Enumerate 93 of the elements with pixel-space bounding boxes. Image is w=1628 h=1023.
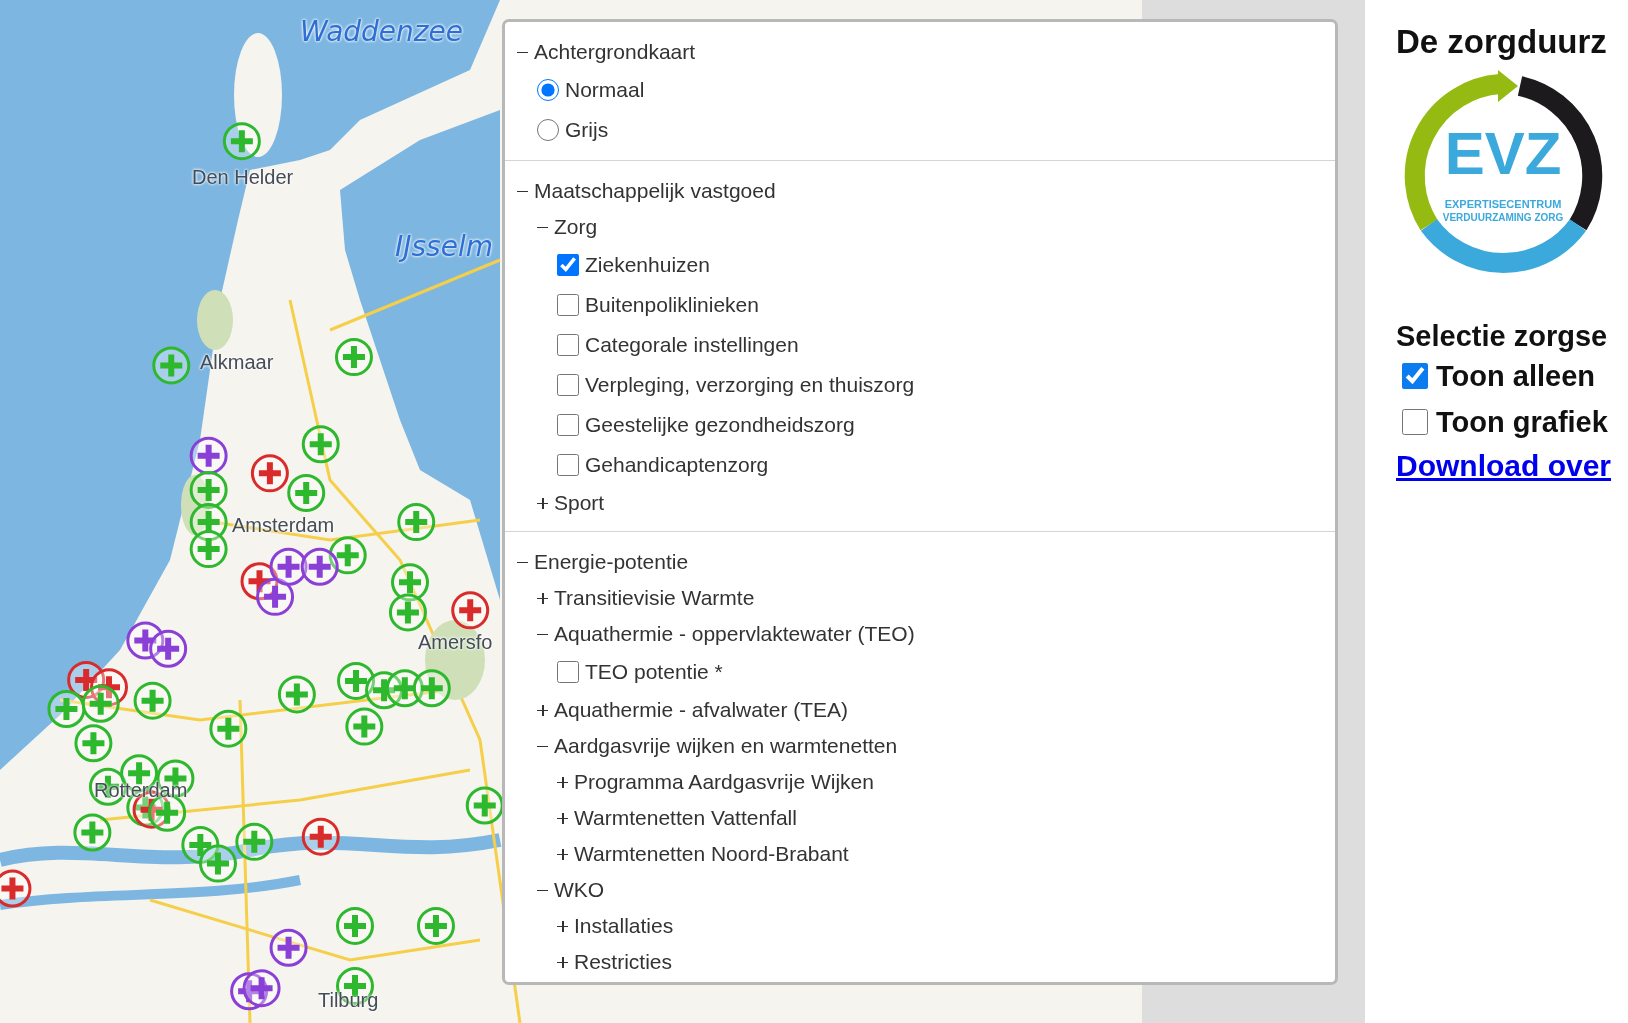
layer-option-label: Categorale instellingen	[585, 333, 799, 357]
city-label: Amersfo	[418, 632, 493, 652]
logo-subtitle: EXPERTISECENTRUM	[1444, 198, 1562, 211]
plus-marker-icon[interactable]	[189, 436, 228, 475]
plus-marker-icon[interactable]	[345, 707, 384, 746]
expand-icon[interactable]	[537, 497, 548, 509]
plus-marker-icon[interactable]	[250, 454, 289, 493]
plus-marker-icon[interactable]	[0, 869, 32, 908]
plus-marker-icon[interactable]	[287, 474, 326, 513]
plus-marker-icon[interactable]	[256, 577, 295, 616]
layer-group-label[interactable]: Zorg	[554, 215, 598, 239]
plus-marker-icon[interactable]	[189, 470, 228, 509]
city-label: Rotterdam	[94, 780, 188, 800]
logo-subtitle: VERDUURZAMING ZORG	[1442, 212, 1564, 224]
option-label: Toon grafiek	[1436, 405, 1608, 439]
layer-group-label[interactable]: Installaties	[574, 914, 674, 938]
plus-marker-icon[interactable]	[328, 536, 367, 575]
plus-marker-icon[interactable]	[388, 593, 427, 632]
woodland-patch	[197, 290, 233, 350]
plus-marker-icon[interactable]	[451, 591, 490, 630]
plus-marker-icon[interactable]	[301, 425, 340, 464]
radio-button[interactable]	[537, 79, 559, 101]
layer-group-label[interactable]: Programma Aardgasvrije Wijken	[574, 770, 874, 794]
layer-checkbox[interactable]	[557, 414, 579, 436]
plus-marker-icon[interactable]	[73, 813, 112, 852]
option-checkbox[interactable]	[1402, 409, 1428, 436]
plus-marker-icon[interactable]	[336, 906, 374, 945]
expand-icon[interactable]	[557, 920, 568, 932]
layer-group-label[interactable]: Aquathermie - afvalwater (TEA)	[554, 698, 849, 722]
expand-icon[interactable]	[557, 956, 568, 968]
layer-section-label[interactable]: Energie-potentie	[534, 550, 689, 574]
layer-group-label[interactable]: Warmtenetten Vattenfall	[574, 806, 797, 830]
layer-section-label[interactable]: Achtergrondkaart	[534, 40, 696, 64]
layer-option-label: Ziekenhuizen	[585, 253, 710, 277]
plus-marker-icon[interactable]	[235, 822, 274, 861]
layer-option-label: Buitenpoliklinieken	[585, 293, 759, 317]
layer-group-label[interactable]: Aardgasvrije wijken en warmtenetten	[554, 734, 898, 758]
plus-marker-icon[interactable]	[209, 709, 248, 748]
plus-marker-icon[interactable]	[465, 786, 504, 825]
radio-button[interactable]	[537, 119, 559, 141]
layer-section-label[interactable]: Maatschappelijk vastgoed	[534, 179, 776, 203]
plus-marker-icon[interactable]	[412, 669, 451, 708]
option-checkbox[interactable]	[1402, 363, 1428, 390]
layer-group-label[interactable]: Restricties	[574, 950, 673, 974]
plus-marker-icon[interactable]	[416, 906, 455, 945]
plus-marker-icon[interactable]	[300, 547, 339, 586]
layer-option-label: Geestelijke gezondheidszorg	[585, 413, 855, 437]
expand-icon[interactable]	[537, 592, 548, 604]
expand-icon[interactable]	[557, 812, 568, 824]
expand-icon[interactable]	[537, 704, 548, 716]
plus-marker-icon[interactable]	[181, 825, 220, 864]
layer-checkbox[interactable]	[557, 661, 579, 683]
plus-marker-icon[interactable]	[199, 844, 237, 883]
plus-marker-icon[interactable]	[189, 530, 228, 569]
layer-option-label: TEO potentie *	[585, 660, 723, 684]
plus-marker-icon[interactable]	[242, 969, 281, 1008]
layer-checkbox[interactable]	[557, 454, 579, 476]
plus-marker-icon[interactable]	[152, 346, 191, 385]
plus-marker-icon[interactable]	[301, 817, 340, 856]
layer-group-label[interactable]: Sport	[554, 491, 605, 515]
option-label: Toon alleen	[1436, 359, 1595, 393]
plus-marker-icon[interactable]	[133, 681, 172, 720]
layer-checkbox[interactable]	[557, 254, 579, 276]
layer-group-label[interactable]: WKO	[554, 878, 605, 902]
plus-marker-icon[interactable]	[222, 122, 261, 161]
city-label: Amsterdam	[232, 515, 335, 535]
layer-group-label[interactable]: Transitievisie Warmte	[554, 586, 755, 610]
plus-marker-icon[interactable]	[74, 724, 113, 763]
layer-group-label[interactable]: Aquathermie - oppervlaktewater (TEO)	[554, 622, 915, 646]
download-link[interactable]: Download over	[1396, 449, 1612, 484]
section-heading: Selectie zorgse	[1396, 320, 1609, 354]
plus-marker-icon[interactable]	[277, 675, 316, 714]
plus-marker-icon[interactable]	[334, 338, 373, 377]
layer-checkbox[interactable]	[557, 294, 579, 316]
sea-label: IJsselm	[395, 233, 493, 261]
layer-checkbox[interactable]	[557, 374, 579, 396]
layer-option-label: Verpleging, verzorging en thuiszorg	[585, 373, 915, 397]
layer-checkbox[interactable]	[557, 334, 579, 356]
plus-marker-icon[interactable]	[269, 928, 308, 967]
expand-icon[interactable]	[557, 776, 568, 788]
expand-icon[interactable]	[557, 848, 568, 860]
layer-option-label: Grijs	[565, 118, 609, 142]
layer-group-label[interactable]: Warmtenetten Noord-Brabant	[574, 842, 849, 866]
panel-title: De zorgduurz	[1396, 24, 1608, 61]
plus-marker-icon[interactable]	[397, 503, 436, 542]
layer-option-label: Gehandicaptenzorg	[585, 453, 769, 477]
sea-label: Waddenzee	[300, 18, 463, 46]
plus-marker-icon[interactable]	[149, 629, 188, 668]
plus-marker-icon[interactable]	[81, 684, 120, 723]
logo-abbreviation: EVZ	[1444, 120, 1562, 188]
plus-marker-icon[interactable]	[337, 661, 376, 700]
layer-option-label: Normaal	[565, 78, 645, 102]
plus-marker-icon[interactable]	[47, 689, 86, 728]
